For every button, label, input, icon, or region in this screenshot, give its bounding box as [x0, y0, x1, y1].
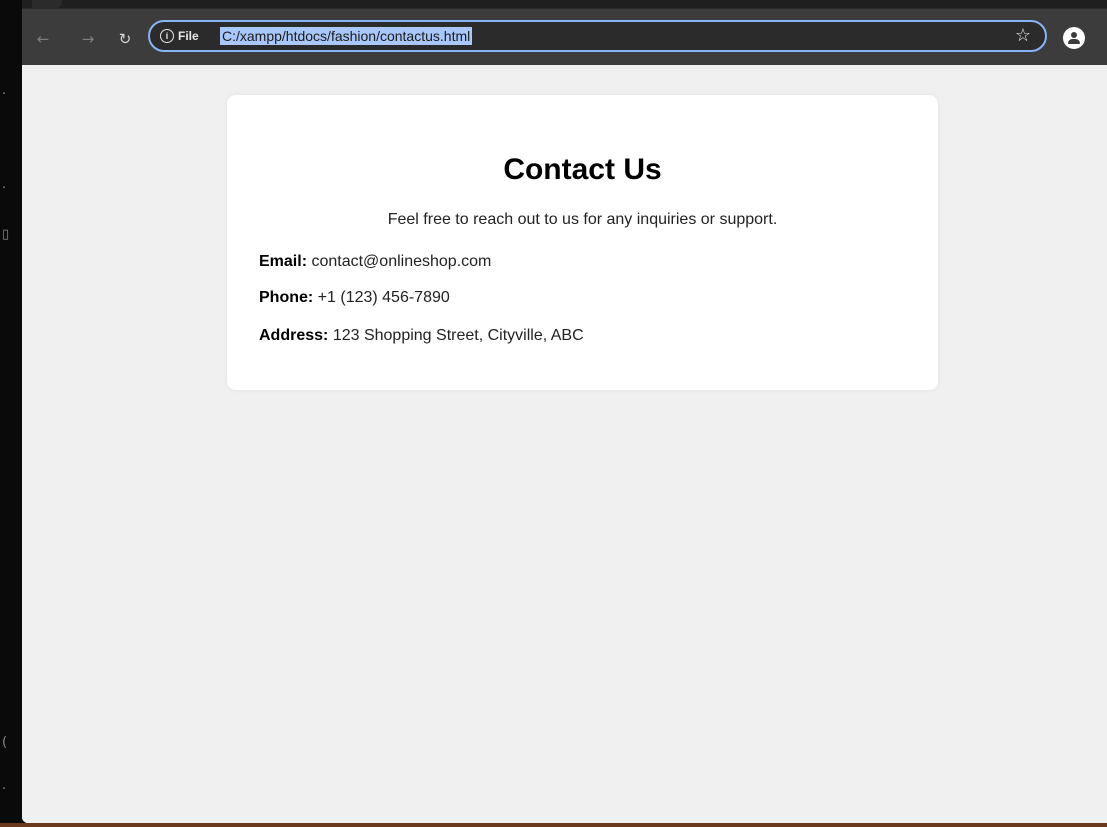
taskbar-edge	[0, 823, 1107, 827]
address-bar[interactable]: i File C:/xampp/htdocs/fashion/contactus…	[148, 20, 1047, 52]
reload-button[interactable]: ↻	[114, 28, 136, 50]
arrow-left-icon: ←	[36, 30, 50, 48]
info-icon: i	[160, 29, 174, 43]
address-label: Address:	[259, 327, 329, 344]
tab-strip	[22, 0, 1107, 8]
phone-value: +1 (123) 456-7890	[317, 289, 450, 306]
email-value: contact@onlineshop.com	[311, 253, 492, 270]
star-icon[interactable]: ☆	[1015, 25, 1031, 47]
desktop-fragment-icon: ▯	[2, 227, 10, 242]
browser-toolbar: ← → ↻ i File C:/xampp/htdocs/fashion/con…	[22, 8, 1107, 65]
forward-button[interactable]: →	[77, 28, 99, 50]
intro-text: Feel free to reach out to us for any inq…	[387, 211, 778, 228]
address-line: Address: 123 Shopping Street, Cityville,…	[259, 326, 584, 346]
tab[interactable]	[32, 0, 62, 8]
profile-button[interactable]	[1063, 27, 1085, 49]
address-value: 123 Shopping Street, Cityville, ABC	[332, 327, 584, 344]
back-button[interactable]: ←	[32, 28, 54, 50]
email-label: Email:	[259, 253, 308, 270]
desktop-background: · · ▯ ( ·	[0, 0, 22, 827]
phone-label: Phone:	[259, 289, 314, 306]
contact-card: Contact Us Feel free to reach out to us …	[227, 95, 938, 390]
page-title: Contact Us	[503, 153, 662, 186]
site-info-label: File	[178, 29, 199, 43]
browser-window: ← → ↻ i File C:/xampp/htdocs/fashion/con…	[22, 0, 1107, 823]
reload-icon: ↻	[118, 30, 132, 48]
arrow-right-icon: →	[81, 30, 95, 48]
desktop-fragment-icon: ·	[2, 181, 7, 196]
email-line: Email: contact@onlineshop.com	[259, 252, 491, 272]
desktop-fragment-icon: (	[2, 735, 8, 750]
site-info-chip[interactable]: i File	[160, 27, 199, 45]
phone-line: Phone: +1 (123) 456-7890	[259, 288, 450, 308]
desktop-fragment-icon: ·	[2, 782, 7, 797]
desktop-fragment-icon: ·	[2, 87, 7, 102]
url-text[interactable]: C:/xampp/htdocs/fashion/contactus.html	[220, 27, 473, 45]
page-viewport: Contact Us Feel free to reach out to us …	[22, 65, 1107, 823]
